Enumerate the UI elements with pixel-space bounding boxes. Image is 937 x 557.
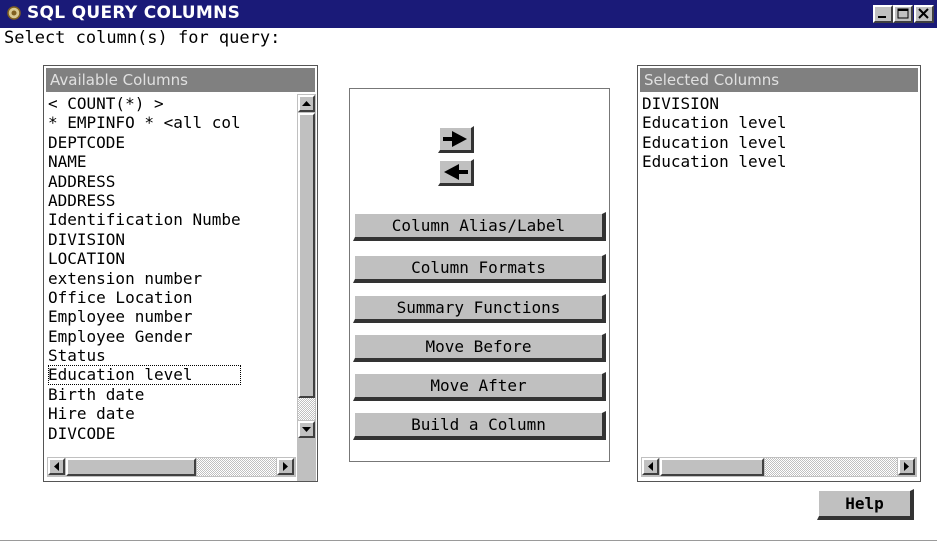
available-vertical-scrollbar[interactable] — [297, 94, 316, 481]
scroll-right-button[interactable] — [898, 458, 915, 475]
sql-query-columns-window: SQL QUERY COLUMNS Select column(s) for q… — [0, 0, 937, 557]
list-item[interactable]: Office Location — [48, 288, 241, 307]
list-item[interactable]: Education level — [642, 152, 787, 171]
select-columns-prompt: Select column(s) for query: — [4, 28, 281, 48]
maximize-icon — [897, 8, 909, 19]
window-title: SQL QUERY COLUMNS — [27, 3, 241, 23]
scroll-left-button[interactable] — [642, 458, 659, 475]
list-item[interactable]: Hire date — [48, 404, 241, 423]
scroll-down-icon — [302, 427, 311, 432]
list-item[interactable]: Education level — [642, 133, 787, 152]
hscroll-thumb[interactable] — [66, 458, 196, 476]
list-item[interactable]: Employee Gender — [48, 327, 241, 346]
list-item[interactable]: Birth date — [48, 385, 241, 404]
remove-column-button[interactable] — [438, 159, 474, 186]
scroll-up-button[interactable] — [298, 95, 315, 112]
list-item[interactable]: NAME — [48, 152, 241, 171]
column-alias-label-button[interactable]: Column Alias/Label — [353, 212, 606, 241]
scroll-right-button[interactable] — [277, 458, 294, 475]
list-item[interactable]: DIVCODE — [48, 424, 241, 443]
available-columns-header: Available Columns — [46, 68, 315, 92]
hscroll-track[interactable] — [197, 458, 276, 476]
summary-functions-button[interactable]: Summary Functions — [353, 294, 606, 323]
list-item[interactable]: LOCATION — [48, 249, 241, 268]
selected-horizontal-scrollbar[interactable] — [641, 457, 917, 477]
scroll-track[interactable] — [298, 398, 315, 420]
scroll-thumb[interactable] — [298, 113, 315, 398]
scroll-right-icon — [283, 462, 288, 471]
right-arrow-icon — [443, 131, 467, 147]
list-item[interactable]: DEPTCODE — [48, 133, 241, 152]
list-item[interactable]: Status — [48, 346, 241, 365]
list-item-selected[interactable]: Education level — [48, 365, 241, 385]
move-before-button[interactable]: Move Before — [353, 333, 606, 362]
available-horizontal-scrollbar[interactable] — [47, 457, 296, 477]
available-columns-items: < COUNT(*) > * EMPINFO * <all col DEPTCODE… — [48, 94, 241, 443]
list-item[interactable]: ADDRESS — [48, 172, 241, 191]
maximize-button[interactable] — [893, 5, 913, 23]
scroll-left-button[interactable] — [48, 458, 65, 475]
hscroll-track[interactable] — [765, 458, 897, 476]
scroll-left-icon — [648, 462, 653, 471]
hscroll-thumb[interactable] — [660, 458, 764, 476]
list-item[interactable]: DIVISION — [642, 94, 787, 113]
list-item[interactable]: extension number — [48, 269, 241, 288]
build-column-button[interactable]: Build a Column — [353, 411, 606, 440]
left-arrow-icon — [444, 164, 468, 180]
scroll-down-button[interactable] — [298, 421, 315, 438]
close-button[interactable] — [914, 5, 934, 23]
list-item[interactable]: ADDRESS — [48, 191, 241, 210]
minimize-icon — [878, 16, 886, 18]
scroll-left-icon — [54, 462, 59, 471]
selected-columns-list[interactable]: Selected Columns DIVISION Education level… — [637, 65, 921, 482]
title-bar: SQL QUERY COLUMNS — [0, 0, 937, 28]
selected-columns-header: Selected Columns — [640, 68, 918, 92]
help-button[interactable]: Help — [817, 489, 914, 520]
selected-columns-items: DIVISION Education level Education level Ed… — [642, 94, 787, 172]
scroll-up-icon — [302, 101, 311, 106]
list-item[interactable]: Education level — [642, 113, 787, 132]
minimize-button[interactable] — [873, 5, 893, 23]
available-columns-list[interactable]: Available Columns < COUNT(*) > * EMPINFO … — [43, 65, 318, 482]
move-after-button[interactable]: Move After — [353, 372, 606, 401]
bottom-divider — [0, 540, 937, 541]
list-item[interactable]: Identification Numbe — [48, 210, 241, 229]
column-formats-button[interactable]: Column Formats — [353, 254, 606, 283]
add-column-button[interactable] — [438, 126, 474, 153]
list-item[interactable]: < COUNT(*) > — [48, 94, 241, 113]
list-item[interactable]: Employee number — [48, 307, 241, 326]
scroll-right-icon — [904, 462, 909, 471]
list-item[interactable]: * EMPINFO * <all col — [48, 113, 241, 132]
sas-app-icon[interactable] — [6, 5, 22, 21]
close-icon — [918, 8, 929, 19]
list-item[interactable]: DIVISION — [48, 230, 241, 249]
